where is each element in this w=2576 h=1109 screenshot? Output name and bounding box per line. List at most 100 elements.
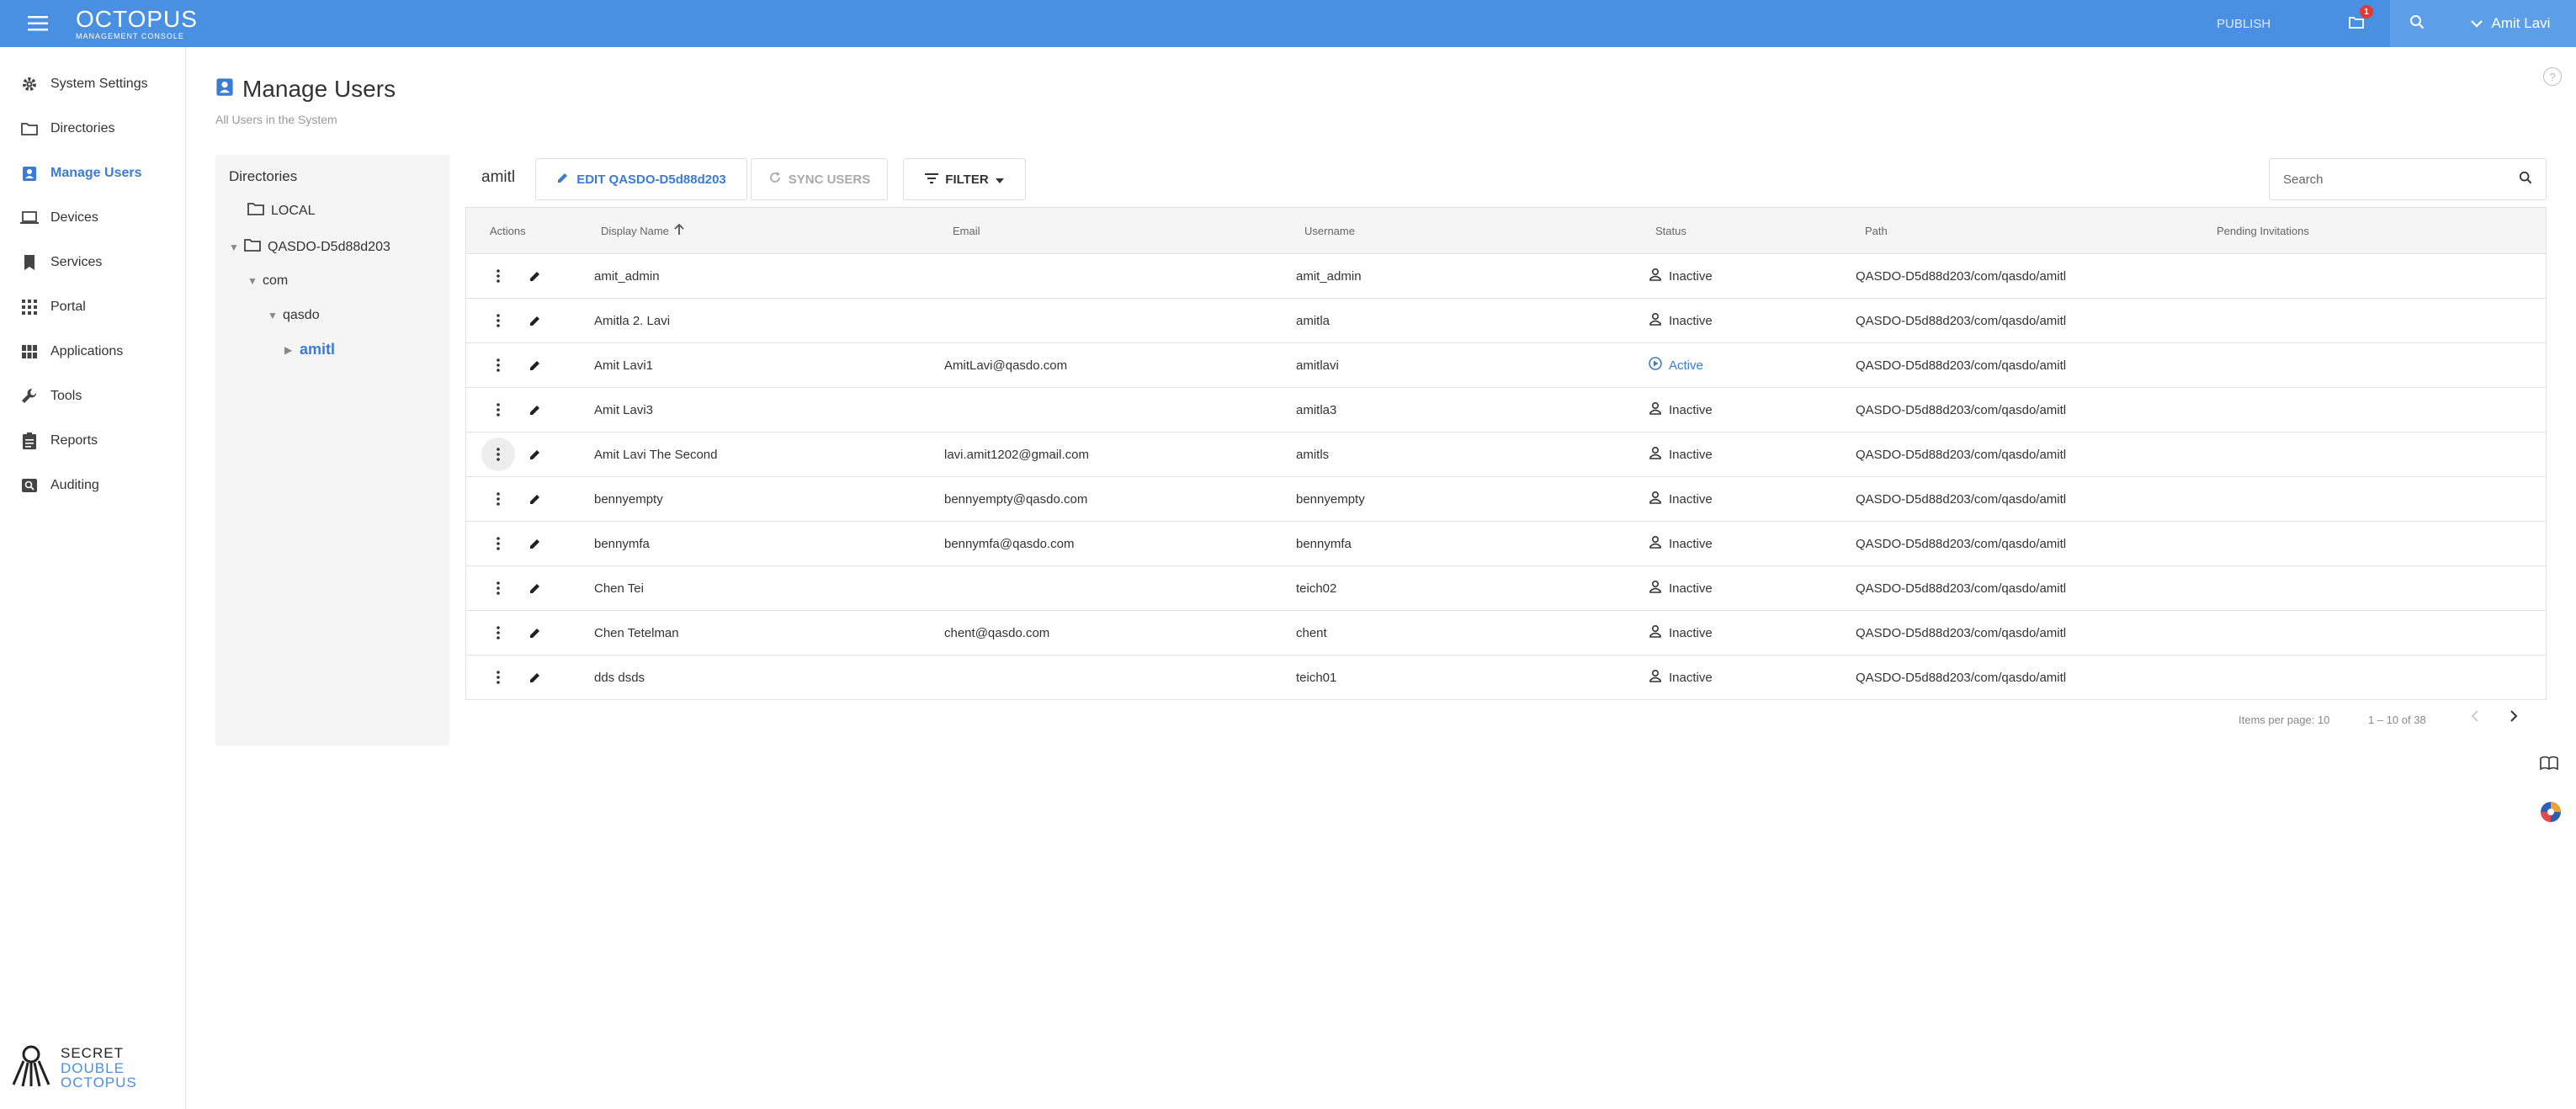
expand-arrow-icon[interactable]: ▼ bbox=[229, 241, 244, 253]
search-input[interactable] bbox=[2283, 172, 2519, 187]
sidebar-item-system-settings[interactable]: System Settings bbox=[0, 61, 185, 106]
more-vert-icon[interactable] bbox=[481, 259, 515, 293]
more-vert-icon[interactable] bbox=[481, 661, 515, 694]
sidebar-item-auditing[interactable]: Auditing bbox=[0, 463, 185, 507]
edit-pencil-icon[interactable] bbox=[518, 393, 552, 427]
row-actions bbox=[481, 343, 552, 387]
more-vert-icon[interactable] bbox=[481, 527, 515, 560]
edit-pencil-icon[interactable] bbox=[518, 438, 552, 471]
cell-username: bennyempty bbox=[1296, 491, 1365, 507]
sidebar-item-manage-users[interactable]: Manage Users bbox=[0, 151, 185, 195]
tree-node-local[interactable]: LOCAL bbox=[247, 202, 315, 220]
edit-pencil-icon[interactable] bbox=[518, 304, 552, 337]
table-row[interactable]: amit_admin amit_admin QASDO-D5d88d203/com/… bbox=[466, 253, 2546, 298]
table-row[interactable]: bennyempty bennyempty@qasdo.com bennyempty… bbox=[466, 476, 2546, 521]
items-per-page-label[interactable]: Items per page: 10 bbox=[2239, 714, 2329, 726]
more-vert-icon[interactable] bbox=[481, 348, 515, 382]
palette-icon[interactable] bbox=[2540, 801, 2562, 827]
user-search-field[interactable] bbox=[2269, 158, 2547, 200]
next-page-button[interactable] bbox=[2510, 710, 2518, 724]
brand-logo[interactable]: OCTOPUS MANAGEMENT CONSOLE bbox=[76, 5, 198, 40]
chevron-left-icon bbox=[2471, 710, 2479, 724]
sidebar-item-reports[interactable]: Reports bbox=[0, 418, 185, 463]
directory-tree-panel: Directories LOCAL ▼ QASDO-D5d88d203 ▼ co… bbox=[215, 155, 449, 746]
table-row[interactable]: dds dsds teich01 QASDO-D5d88d203/com/qasdo… bbox=[466, 655, 2546, 699]
search-icon[interactable] bbox=[2519, 171, 2532, 188]
global-search-button[interactable] bbox=[2390, 0, 2444, 47]
column-header-path[interactable]: Path bbox=[1865, 208, 1888, 253]
current-directory-label: amitl bbox=[481, 168, 516, 186]
sync-users-button[interactable]: SYNC USERS bbox=[751, 158, 888, 200]
edit-pencil-icon[interactable] bbox=[518, 527, 552, 560]
sidebar-item-devices[interactable]: Devices bbox=[0, 195, 185, 240]
edit-pencil-icon[interactable] bbox=[518, 348, 552, 382]
filter-button[interactable]: FILTER bbox=[903, 158, 1026, 200]
column-header-pending-invitations[interactable]: Pending Invitations bbox=[2217, 208, 2309, 253]
sidebar-item-label: Directories bbox=[50, 120, 115, 135]
table-row[interactable]: Chen Tei teich02 QASDO-D5d88d203/com/qasdo… bbox=[466, 565, 2546, 610]
more-vert-icon[interactable] bbox=[481, 482, 515, 516]
laptop-icon bbox=[20, 209, 39, 227]
menu-icon[interactable] bbox=[0, 0, 76, 47]
edit-pencil-icon[interactable] bbox=[518, 571, 552, 605]
table-row[interactable]: Amit Lavi1 AmitLavi@qasdo.com amitlavi QASD… bbox=[466, 342, 2546, 387]
apps-icon bbox=[20, 342, 39, 361]
publish-button[interactable]: PUBLISH bbox=[2217, 0, 2271, 47]
person-outline-icon bbox=[1649, 669, 1662, 686]
tree-node-qasdo-domain[interactable]: ▼ QASDO-D5d88d203 bbox=[229, 238, 390, 256]
row-actions bbox=[481, 388, 552, 432]
table-row[interactable]: Amit Lavi The Second lavi.amit1202@gmail.… bbox=[466, 432, 2546, 476]
sidebar-item-tools[interactable]: Tools bbox=[0, 374, 185, 418]
sidebar-item-label: Reports bbox=[50, 432, 98, 448]
sidebar-item-applications[interactable]: Applications bbox=[0, 329, 185, 374]
tree-node-amitl[interactable]: ▶ amitl bbox=[284, 341, 335, 358]
tree-node-com[interactable]: ▼ com bbox=[247, 273, 288, 289]
expand-arrow-icon[interactable]: ▼ bbox=[268, 310, 283, 321]
table-row[interactable]: Chen Tetelman chent@qasdo.com chent QASDO-D… bbox=[466, 610, 2546, 655]
column-header-username[interactable]: Username bbox=[1304, 208, 1355, 253]
edit-directory-button[interactable]: EDIT QASDO-D5d88d203 bbox=[535, 158, 747, 200]
page-title-row: Manage Users bbox=[215, 76, 396, 103]
edit-pencil-icon[interactable] bbox=[518, 259, 552, 293]
edit-pencil-icon[interactable] bbox=[518, 482, 552, 516]
more-vert-icon[interactable] bbox=[481, 438, 515, 471]
cell-username: amitla3 bbox=[1296, 402, 1337, 417]
book-icon[interactable] bbox=[2540, 756, 2558, 775]
sidebar-item-label: Portal bbox=[50, 299, 86, 314]
secret-double-octopus-logo: SECRET DOUBLE OCTOPUS bbox=[12, 1044, 137, 1092]
help-icon[interactable]: ? bbox=[2543, 67, 2562, 86]
status-label: Inactive bbox=[1669, 447, 1713, 462]
cell-display-name: Amit Lavi3 bbox=[594, 402, 654, 417]
column-header-status[interactable]: Status bbox=[1655, 208, 1686, 253]
sidebar-item-directories[interactable]: Directories bbox=[0, 106, 185, 151]
table-row[interactable]: bennymfa bennymfa@qasdo.com bennymfa QASDO-… bbox=[466, 521, 2546, 565]
sidebar-item-label: Tools bbox=[50, 388, 82, 403]
sidebar-item-portal[interactable]: Portal bbox=[0, 284, 185, 329]
sync-users-label: SYNC USERS bbox=[788, 172, 871, 187]
person-outline-icon bbox=[1649, 491, 1662, 507]
tree-node-qasdo[interactable]: ▼ qasdo bbox=[268, 308, 320, 323]
inbox-icon bbox=[2349, 15, 2364, 33]
collapse-arrow-icon[interactable]: ▶ bbox=[284, 344, 300, 356]
notifications-button[interactable]: 1 bbox=[2336, 0, 2377, 47]
brand-title: OCTOPUS bbox=[76, 5, 198, 32]
edit-pencil-icon[interactable] bbox=[518, 661, 552, 694]
sidebar-item-services[interactable]: Services bbox=[0, 240, 185, 284]
column-header-email[interactable]: Email bbox=[953, 208, 980, 253]
more-vert-icon[interactable] bbox=[481, 393, 515, 427]
column-header-actions: Actions bbox=[490, 224, 526, 237]
more-vert-icon[interactable] bbox=[481, 571, 515, 605]
column-header-display-name[interactable]: Display Name bbox=[601, 208, 684, 253]
users-table: Actions Display Name Email Username Stat… bbox=[465, 207, 2547, 700]
prev-page-button[interactable] bbox=[2471, 710, 2479, 724]
table-row[interactable]: Amit Lavi3 amitla3 QASDO-D5d88d203/com/qas… bbox=[466, 387, 2546, 432]
more-vert-icon[interactable] bbox=[481, 616, 515, 650]
sidebar-item-label: Applications bbox=[50, 343, 124, 358]
table-row[interactable]: Amitla 2. Lavi amitla QASDO-D5d88d203/com/… bbox=[466, 298, 2546, 342]
cell-path: QASDO-D5d88d203/com/qasdo/amitl bbox=[1856, 536, 2067, 551]
user-menu[interactable]: Amit Lavi bbox=[2444, 0, 2576, 47]
tree-node-label: LOCAL bbox=[271, 203, 316, 218]
edit-pencil-icon[interactable] bbox=[518, 616, 552, 650]
more-vert-icon[interactable] bbox=[481, 304, 515, 337]
expand-arrow-icon[interactable]: ▼ bbox=[247, 275, 263, 287]
